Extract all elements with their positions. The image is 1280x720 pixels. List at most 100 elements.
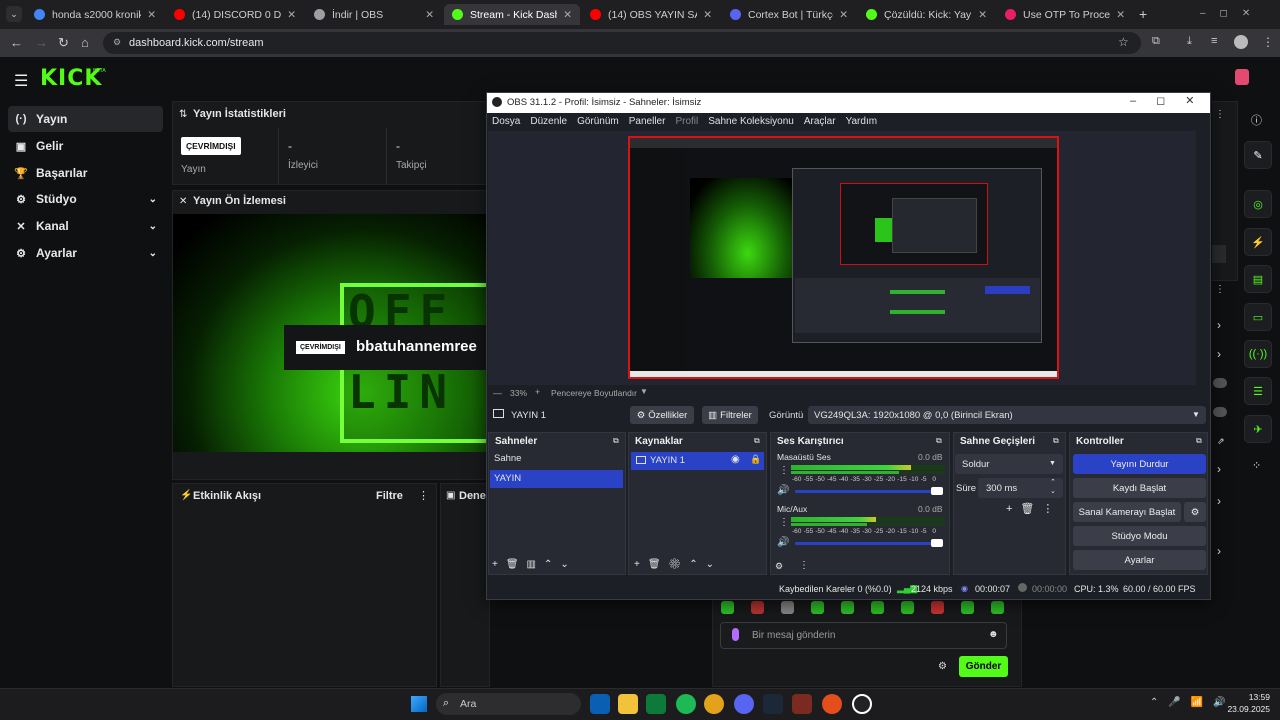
dock-float-icon[interactable]: ⧉: [936, 436, 942, 446]
emoji-icon[interactable]: ☻: [988, 629, 999, 640]
dock-float-icon[interactable]: ⧉: [1196, 436, 1202, 446]
reload-icon[interactable]: ↻: [58, 35, 69, 51]
chat-settings-icon[interactable]: ⚙: [938, 661, 947, 672]
dock-float-icon[interactable]: ⧉: [613, 436, 619, 446]
game-icon[interactable]: [792, 694, 812, 714]
obs-menu-item[interactable]: Dosya: [492, 116, 520, 127]
source-toolbar[interactable]: +🗑⚙⌃⌄: [634, 559, 722, 570]
emote-icon[interactable]: [901, 601, 914, 614]
window-controls[interactable]: –◻✕: [1200, 8, 1264, 19]
obs-menu-item[interactable]: Sahne Koleksiyonu: [708, 116, 794, 127]
chevron-right-icon[interactable]: ›: [1217, 494, 1221, 508]
volume-icon[interactable]: 🔊: [777, 537, 789, 548]
fit-dropdown-icon[interactable]: ▼: [640, 387, 648, 396]
emote-icon[interactable]: [721, 601, 734, 614]
browser-tab[interactable]: Use OTP To Proceed - bb✕: [997, 4, 1133, 25]
broadcast-icon[interactable]: ((·)): [1244, 340, 1272, 368]
browser-tab[interactable]: honda s2000 kronik sorun✕: [26, 4, 164, 25]
filter-button[interactable]: Filtre: [376, 490, 403, 502]
send-button[interactable]: Gönder: [959, 656, 1008, 677]
volume-slider[interactable]: [795, 542, 935, 545]
emote-icon[interactable]: [841, 601, 854, 614]
settings-button[interactable]: Ayarlar: [1073, 550, 1206, 570]
camera-icon[interactable]: ◎: [1244, 190, 1272, 218]
chevron-down-icon[interactable]: ⌄: [149, 194, 157, 205]
filters-button[interactable]: ▥ Filtreler: [702, 406, 758, 424]
virtual-camera-settings-icon[interactable]: ⚙: [1184, 502, 1206, 522]
tab-close-icon[interactable]: ✕: [419, 9, 434, 21]
panel-more-icon[interactable]: ⋮: [1215, 284, 1225, 295]
obs-menu-item[interactable]: Paneller: [629, 116, 666, 127]
transition-dropdown-icon[interactable]: ▼: [1049, 460, 1056, 467]
chevron-right-icon[interactable]: ›: [1217, 347, 1221, 361]
tab-close-icon[interactable]: ✕: [557, 9, 572, 21]
lightning-icon[interactable]: ⚡: [1244, 228, 1272, 256]
discord-icon[interactable]: [734, 694, 754, 714]
channel-menu-icon[interactable]: ⋮: [779, 465, 789, 476]
chevron-down-icon[interactable]: ⌄: [149, 248, 157, 259]
transition-toolbar[interactable]: +🗑⋮: [1006, 502, 1061, 515]
channel-menu-icon[interactable]: ⋮: [779, 517, 789, 528]
taskbar-search[interactable]: [436, 693, 581, 715]
tab-close-icon[interactable]: ✕: [1110, 9, 1125, 21]
edit-icon[interactable]: ✎: [1244, 141, 1272, 169]
tab-close-icon[interactable]: ✕: [697, 9, 712, 21]
clipboard-icon[interactable]: ▤: [1244, 265, 1272, 293]
start-recording-button[interactable]: Kaydı Başlat: [1073, 478, 1206, 498]
browser-menu-icon[interactable]: ⋮: [1262, 35, 1274, 49]
obs-window-controls[interactable]: –◻✕: [1130, 94, 1214, 107]
dock-float-icon[interactable]: ⧉: [1053, 436, 1059, 446]
browser-tab[interactable]: İndir | OBS ✕: [306, 4, 442, 25]
sidebar-item-ayarlar[interactable]: ⚙ Ayarlar ⌄: [8, 240, 163, 266]
sidebar-item-başarılar[interactable]: 🏆 Başarılar: [8, 160, 163, 186]
extensions-icon[interactable]: ⧉: [1152, 35, 1160, 48]
spotify-icon[interactable]: [676, 694, 696, 714]
emote-icon[interactable]: [751, 601, 764, 614]
scene-toolbar[interactable]: +🗑▥⌃⌄: [492, 559, 577, 570]
info-icon[interactable]: ⓘ: [1251, 112, 1262, 128]
volume-slider-handle[interactable]: [931, 487, 943, 495]
emote-icon[interactable]: [811, 601, 824, 614]
toggle-switch[interactable]: [1213, 407, 1227, 417]
list-icon[interactable]: ☰: [1244, 377, 1272, 405]
site-info-icon[interactable]: ⚙: [113, 37, 121, 48]
sidebar-item-kanal[interactable]: ✕ Kanal ⌄: [8, 213, 163, 239]
home-icon[interactable]: ⌂: [81, 35, 89, 50]
chrome-icon[interactable]: [704, 694, 724, 714]
back-icon[interactable]: ←: [10, 35, 23, 50]
start-virtual-camera-button[interactable]: Sanal Kamerayı Başlat: [1073, 502, 1181, 522]
duration-stepper[interactable]: ⌃ ⌄: [1050, 478, 1056, 496]
mixer-menu-icon[interactable]: ⋮: [799, 560, 809, 571]
obs-source-bounds[interactable]: [628, 136, 1059, 379]
browser-tab[interactable]: (14) OBS YAYIN SAHNE ve✕: [582, 4, 720, 25]
new-tab-button[interactable]: +: [1139, 6, 1147, 22]
tab-close-icon[interactable]: ✕: [141, 9, 156, 21]
media-icon[interactable]: ≡: [1211, 35, 1217, 47]
outlook-icon[interactable]: [590, 694, 610, 714]
obs-menu-item[interactable]: Görünüm: [577, 116, 619, 127]
zoom-out-button[interactable]: —: [493, 388, 502, 398]
volume-slider[interactable]: [795, 490, 935, 493]
obs-menu-item[interactable]: Yardım: [846, 116, 878, 127]
tab-close-icon[interactable]: ✕: [972, 9, 987, 21]
emote-icon[interactable]: [931, 601, 944, 614]
sidebar-item-yayın[interactable]: (·) Yayın: [8, 106, 163, 132]
visibility-eye-icon[interactable]: ◉: [731, 454, 740, 465]
tab-search-icon[interactable]: ⌄: [6, 6, 22, 22]
obs-taskbar-icon[interactable]: [852, 694, 872, 714]
mic-icon[interactable]: [732, 628, 739, 641]
scene-item[interactable]: Sahne: [490, 450, 623, 468]
emote-icon[interactable]: [961, 601, 974, 614]
volume-slider-handle[interactable]: [931, 539, 943, 547]
file-explorer-icon[interactable]: [618, 694, 638, 714]
obs-menu-item[interactable]: Araçlar: [804, 116, 836, 127]
chevron-right-icon[interactable]: ›: [1217, 318, 1221, 332]
properties-button[interactable]: ⚙ Özellikler: [630, 406, 694, 424]
emote-icon[interactable]: [871, 601, 884, 614]
start-button[interactable]: [411, 696, 427, 712]
emote-icon[interactable]: [781, 601, 794, 614]
fit-to-window-button[interactable]: Pencereye Boyutlandır: [551, 388, 637, 398]
sidebar-item-gelir[interactable]: ▣ Gelir: [8, 133, 163, 159]
tools-icon[interactable]: ✈: [1244, 415, 1272, 443]
browser-tab[interactable]: Stream - Kick Dashboard✕: [444, 4, 580, 25]
